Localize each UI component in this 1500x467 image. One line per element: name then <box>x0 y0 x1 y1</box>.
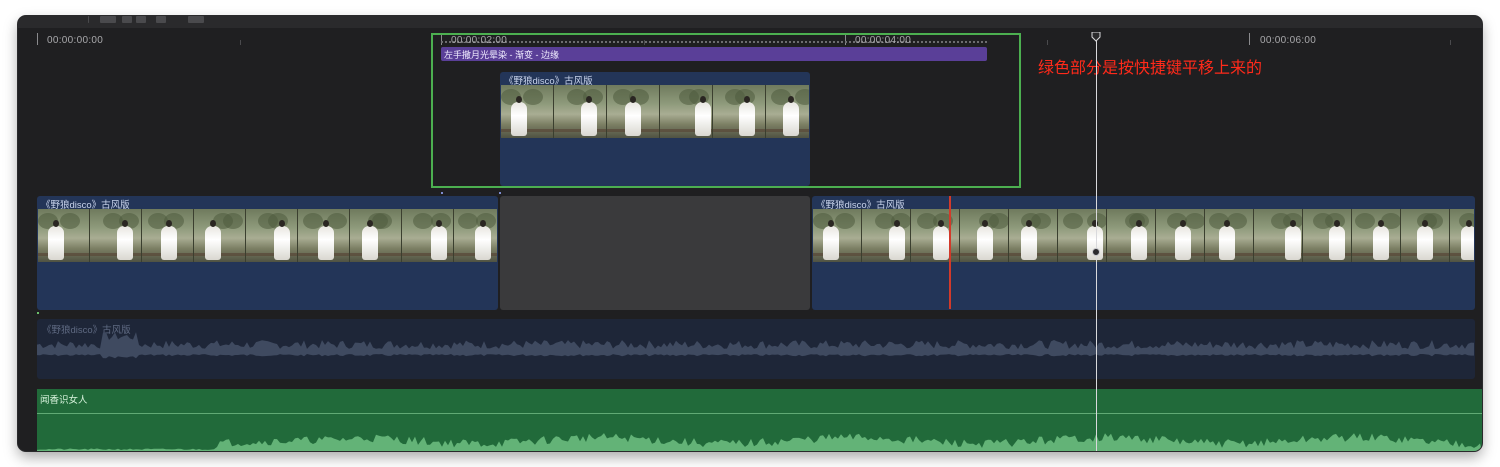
highlight-box <box>431 33 1021 188</box>
edit-marker <box>441 192 443 194</box>
clip-thumbnail <box>194 209 246 262</box>
clip-label: 《野狼disco》古风版 <box>816 200 905 211</box>
clip-thumbnail <box>142 209 194 262</box>
primary-video-clip-2[interactable]: 《野狼disco》古风版 <box>812 196 1475 310</box>
zoom-icon[interactable] <box>122 16 132 23</box>
music-track[interactable]: 闻香识女人 <box>37 389 1482 451</box>
clip-thumbnail <box>813 209 862 262</box>
music-waveform <box>37 433 1482 451</box>
audio-skimming-icon[interactable] <box>188 16 204 23</box>
playhead[interactable] <box>1096 34 1097 451</box>
clip-thumbnail <box>1205 209 1254 262</box>
timecode-label: 00:00:00:00 <box>47 35 104 46</box>
clip-thumbnail <box>454 209 497 262</box>
clip-thumbnail <box>1450 209 1474 262</box>
toolbar-divider <box>88 16 89 23</box>
clip-thumbnail <box>1107 209 1156 262</box>
ruler-tick <box>1047 40 1048 45</box>
timecode-label: 00:00:06:00 <box>1260 35 1317 46</box>
skimming-icon[interactable] <box>136 16 146 23</box>
clip-thumbnail <box>246 209 298 262</box>
timeline-window: 00:00:00:00 00:00:02:00 00:00:04:00 00:0… <box>18 16 1482 451</box>
clip-thumbnail <box>1058 209 1107 262</box>
ruler-tick <box>1249 33 1250 45</box>
clip-thumbnail <box>1352 209 1401 262</box>
clip-thumbnail <box>862 209 911 262</box>
clip-thumbnail <box>90 209 142 262</box>
clip-thumbnail <box>1009 209 1058 262</box>
ruler-tick <box>37 33 38 45</box>
clip-label: 《野狼disco》古风版 <box>504 76 593 87</box>
audio-waveform <box>37 332 1474 359</box>
edit-marker <box>37 312 39 314</box>
clip-appearance-icon[interactable] <box>100 16 116 23</box>
detached-audio-track[interactable]: 《野狼disco》古风版 <box>37 319 1475 379</box>
annotation-text: 绿色部分是按快捷键平移上来的 <box>1038 60 1263 77</box>
clip-thumbnail <box>960 209 1009 262</box>
playhead-handle[interactable] <box>1091 32 1101 42</box>
clip-thumbnail <box>911 209 960 262</box>
playhead-skimmer-dot <box>1092 248 1100 256</box>
clip-thumbnail <box>38 209 90 262</box>
red-edit-line <box>949 196 951 309</box>
clip-thumbnail <box>1303 209 1352 262</box>
ruler-tick <box>1450 40 1451 45</box>
toolbar <box>18 16 1482 28</box>
primary-video-clip-1[interactable]: 《野狼disco》古风版 <box>37 196 498 310</box>
clip-thumbnail <box>1156 209 1205 262</box>
snapping-icon[interactable] <box>156 16 166 23</box>
clip-thumbnail <box>1254 209 1303 262</box>
clip-filmstrip <box>38 209 497 262</box>
clip-filmstrip <box>813 209 1474 262</box>
clip-thumbnail <box>298 209 350 262</box>
clip-label: 《野狼disco》古风版 <box>41 200 130 211</box>
gap-clip[interactable] <box>500 196 810 310</box>
edit-marker <box>499 192 501 194</box>
clip-thumbnail <box>402 209 454 262</box>
ruler-tick <box>240 40 241 45</box>
clip-thumbnail <box>350 209 402 262</box>
clip-thumbnail <box>1401 209 1450 262</box>
